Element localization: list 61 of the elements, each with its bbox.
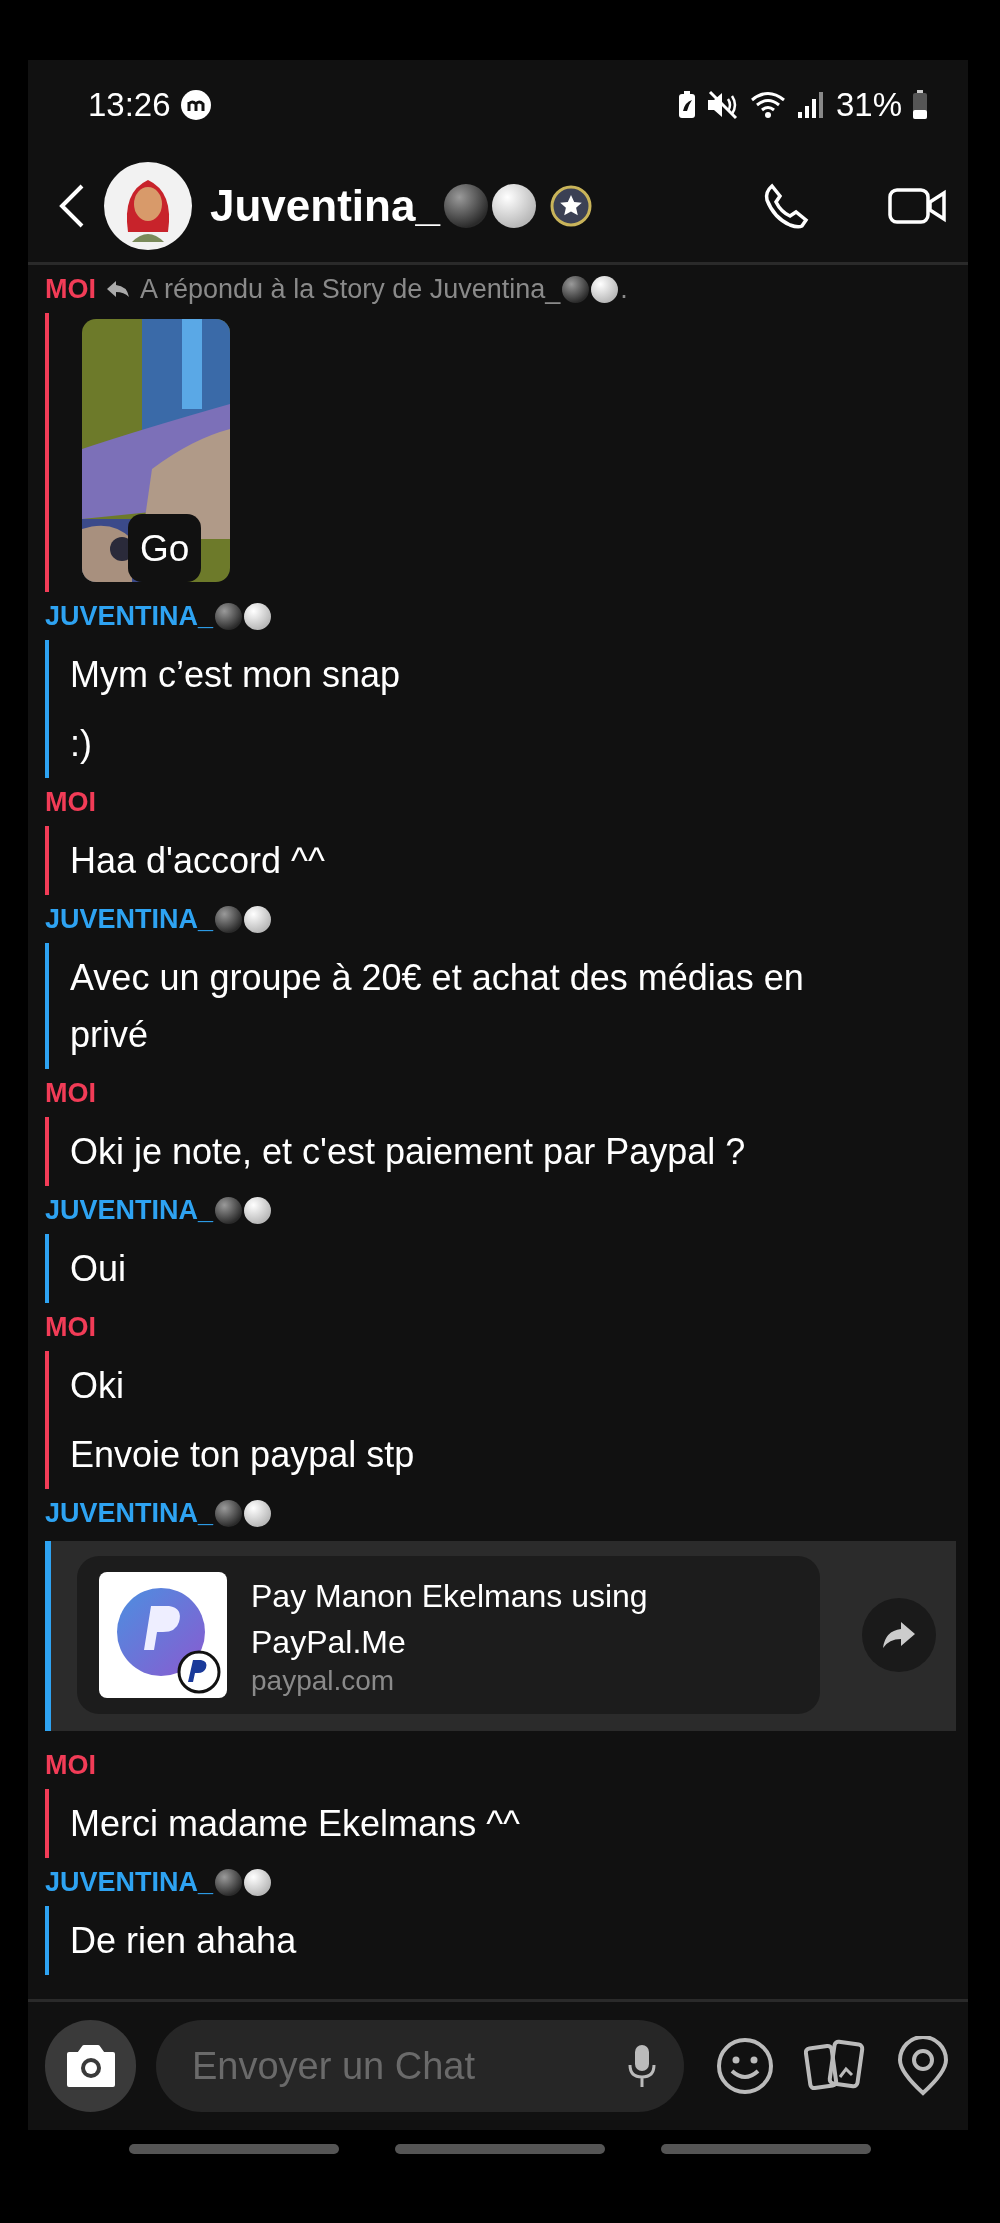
ball-icon <box>215 905 243 933</box>
location-button[interactable] <box>896 2036 950 2096</box>
microphone-icon[interactable] <box>628 2043 656 2089</box>
sender-name: MOI <box>45 1311 96 1343</box>
link-preview-card[interactable]: Pay Manon Ekelmans using PayPal.Me paypal.com <box>77 1556 820 1714</box>
link-domain: paypal.com <box>251 1665 396 1697</box>
chat-input-field[interactable]: Envoyer un Chat <box>156 2020 684 2112</box>
sender-name: JUVENTINA_ <box>45 600 214 632</box>
reply-note: A répondu à la Story de Juventina_ <box>140 273 561 305</box>
ball-icon <box>215 602 243 630</box>
sender-name: MOI <box>45 1077 96 1109</box>
message-text: De rien ahaha <box>70 1919 298 1963</box>
ball-icon <box>591 275 619 303</box>
sender-name: JUVENTINA_ <box>45 903 214 935</box>
ball-icon <box>215 1868 243 1896</box>
message-text: Go <box>128 514 202 582</box>
message-text: Avec un groupe à 20€ et achat des médias en privé <box>70 956 805 1057</box>
sender-name: MOI <box>45 786 96 818</box>
ball-icon <box>244 1196 272 1224</box>
message-input[interactable]: Envoyer un Chat <box>190 2043 628 2089</box>
battery-icon <box>912 90 928 120</box>
ball-icon <box>244 1499 272 1527</box>
camera-icon <box>64 2044 117 2088</box>
ball-icon <box>244 1868 272 1896</box>
message-text: Oki je note, et c'est paiement par Paypal ? <box>70 1130 747 1174</box>
battery-saver-icon <box>677 91 696 119</box>
sender-name: JUVENTINA_ <box>45 1194 214 1226</box>
message-text: Haa d'accord ^^ <box>70 839 326 883</box>
sender-name: MOI <box>45 1749 96 1781</box>
link-title: Pay Manon Ekelmans using PayPal.Me <box>251 1577 649 1662</box>
payment-app-icon <box>99 1572 227 1698</box>
ball-icon <box>244 905 272 933</box>
message-text: Mym c’est mon snap <box>70 653 402 697</box>
message-text: :) <box>70 722 93 766</box>
wifi-icon <box>749 90 786 120</box>
share-icon <box>881 1620 917 1650</box>
ball-icon <box>215 1499 243 1527</box>
battery-percentage: 31% <box>835 86 902 124</box>
avatar[interactable] <box>104 162 192 250</box>
phone-button[interactable] <box>762 182 810 230</box>
ball-icon <box>215 1196 243 1224</box>
sender-name: JUVENTINA_ <box>45 1497 214 1529</box>
time: 13:26 <box>88 86 171 124</box>
sender-name: JUVENTINA_ <box>45 1866 214 1898</box>
message-text: Oui <box>70 1247 128 1291</box>
star-badge-icon <box>549 185 592 227</box>
reply-note-period: . <box>620 273 628 305</box>
ball-icon <box>443 184 488 228</box>
message-text: Merci madame Ekelmans ^^ <box>70 1802 521 1846</box>
notification-icon <box>180 90 211 120</box>
emoji-button[interactable] <box>716 2036 774 2096</box>
message-text: Envoie ton paypal stp <box>70 1433 416 1477</box>
ball-icon <box>244 602 272 630</box>
ball-icon <box>562 275 590 303</box>
mute-icon <box>705 90 740 120</box>
message-text: Oki <box>70 1364 125 1408</box>
contact-name: Juventina_ <box>210 181 440 231</box>
reply-icon <box>106 279 130 299</box>
signal-icon <box>795 90 826 120</box>
sender-name: MOI <box>45 273 96 305</box>
ball-icon <box>491 184 536 228</box>
